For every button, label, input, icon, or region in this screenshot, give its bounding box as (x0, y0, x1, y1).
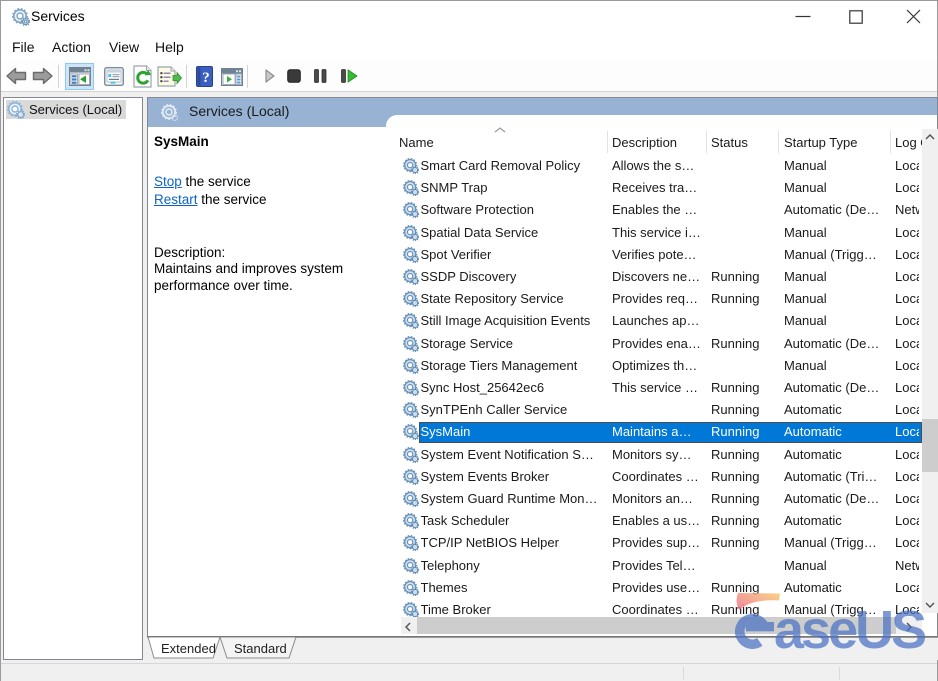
svg-text:aseUS: aseUS (774, 600, 925, 656)
svg-text:Extended: Extended (161, 641, 216, 656)
svg-text:?: ? (202, 70, 210, 86)
svg-text:Standard: Standard (234, 641, 287, 656)
